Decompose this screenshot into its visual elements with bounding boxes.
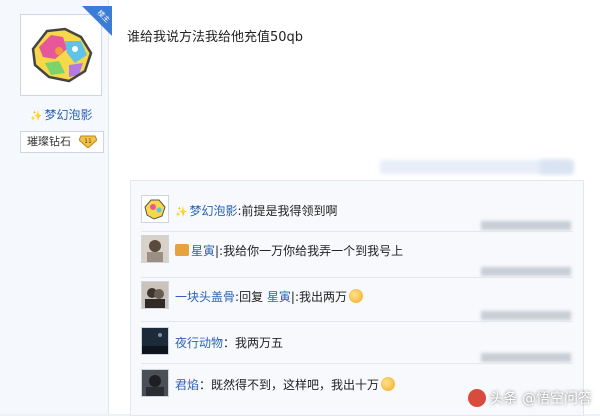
reply-message: 前提是我得领到啊: [241, 204, 338, 218]
reply-avatar[interactable]: [141, 281, 169, 309]
blurred-post-meta-end: [540, 160, 574, 174]
level-number: 11: [84, 138, 92, 145]
watermark-logo-icon: [467, 389, 486, 407]
watermark-text: 头条 @悟空问答: [489, 391, 592, 407]
reply-text: 星寅|:我给你一万你给我弄一个到我号上: [175, 242, 403, 259]
reply-text: 君焰：既然得不到，这样吧，我出十万: [175, 376, 396, 393]
post-card: 楼主 ✨ 梦幻泡影 璀璨钻石 11 谁给我说方法我给他充值50qb ✨ 梦幻泡影…: [0, 0, 600, 416]
watermark: 头条 @悟空问答: [467, 388, 592, 408]
reply-separator: |:: [215, 244, 224, 258]
reply-author[interactable]: 一块头盖骨: [175, 290, 235, 304]
reply-message: 我两万五: [235, 336, 284, 350]
reply-author[interactable]: 星寅: [191, 244, 215, 258]
reply-divider: [141, 363, 573, 364]
blurred-reply-meta: [481, 267, 571, 276]
reply-message-tail: |:我出两万: [290, 290, 348, 304]
reply-divider: [141, 321, 573, 322]
reply-avatar[interactable]: [141, 235, 169, 263]
author-sidebar: 楼主 ✨ 梦幻泡影 璀璨钻石 11: [0, 0, 112, 414]
diamond-level-icon: 11: [78, 135, 97, 148]
author-name-text[interactable]: 梦幻泡影: [44, 108, 92, 122]
smiley-emoji-icon: [349, 289, 364, 303]
reply-text: 一块头盖骨:回复 星寅|:我出两万: [175, 288, 364, 305]
reply-avatar[interactable]: [141, 369, 169, 397]
blurred-reply-meta: [481, 353, 571, 362]
smiley-emoji-icon: [381, 377, 396, 391]
sparkle-icon: ✨: [175, 207, 188, 218]
host-badge-icon: 楼主: [82, 6, 112, 36]
reply-list: ✨ 梦幻泡影:前提是我得领到啊 星寅|:我给你一万你给我弄一个到我号上 一块头盖…: [130, 180, 584, 416]
reply-separator: ：: [223, 336, 236, 350]
reply-avatar[interactable]: [141, 327, 169, 355]
post-content: 谁给我说方法我给他充值50qb: [127, 30, 304, 45]
blurred-reply-meta: [481, 311, 571, 320]
reply-message: 既然得不到，这样吧，我出十万: [211, 378, 380, 392]
reply-author[interactable]: 君焰: [175, 378, 199, 392]
reply-text: 夜行动物：我两万五: [175, 334, 283, 351]
crown-icon: [175, 244, 189, 256]
reply-avatar[interactable]: [141, 195, 169, 223]
reply-divider: [141, 277, 573, 278]
author-name[interactable]: ✨ 梦幻泡影: [30, 106, 92, 123]
reply-author[interactable]: 夜行动物: [175, 336, 223, 350]
reply-separator: ：: [199, 378, 212, 392]
reply-message: 回复: [239, 290, 264, 304]
level-label: 璀璨钻石: [27, 135, 71, 148]
blurred-reply-meta: [481, 221, 571, 230]
reply-divider: [141, 231, 573, 232]
reply-text: ✨ 梦幻泡影:前提是我得领到啊: [175, 202, 338, 219]
reply-mention[interactable]: 星寅: [267, 290, 291, 304]
reply-author[interactable]: 梦幻泡影: [189, 204, 237, 218]
sparkle-icon: ✨: [30, 111, 43, 122]
reply-message: 我给你一万你给我弄一个到我号上: [223, 244, 404, 258]
level-badge[interactable]: 璀璨钻石 11: [20, 131, 104, 153]
